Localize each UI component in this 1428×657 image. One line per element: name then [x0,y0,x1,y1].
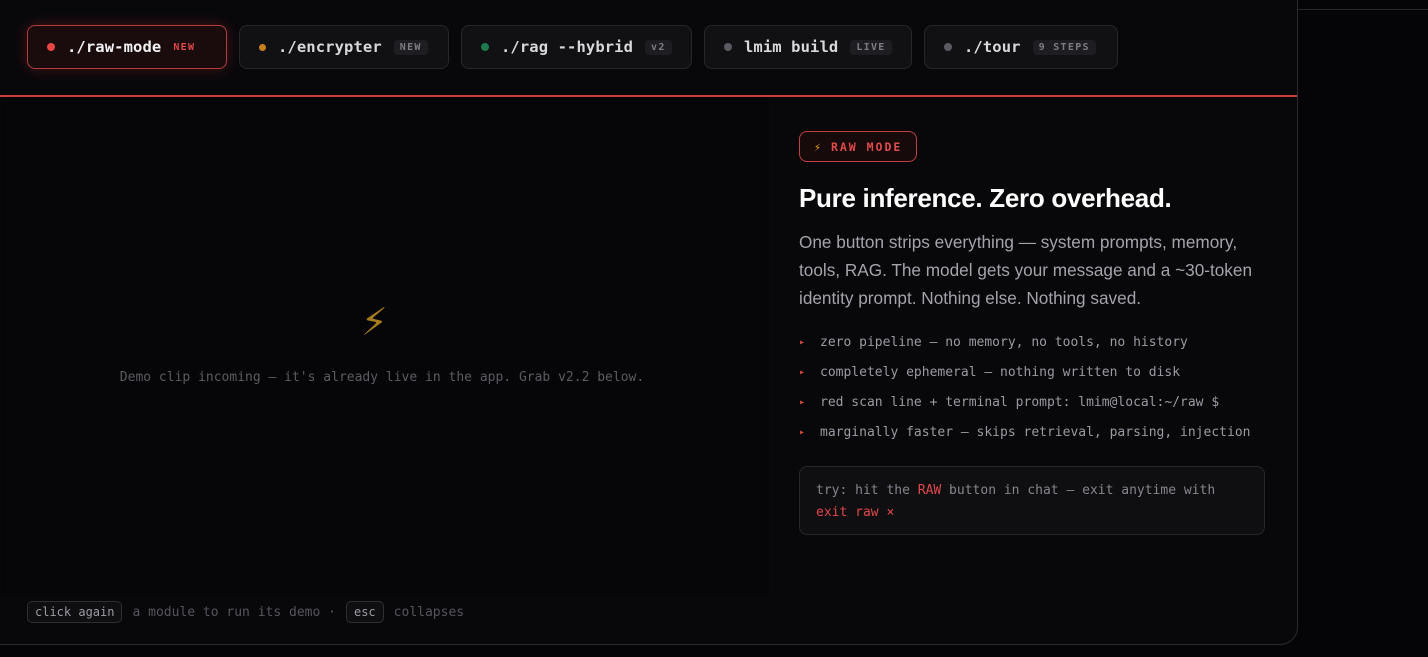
bullet-arrow-icon: ▸ [799,427,806,438]
lightning-icon: ⚡ [814,139,821,154]
badge-label: RAW MODE [830,139,903,154]
kbd-esc: esc [345,601,384,623]
lightning-icon: ⚡ [361,300,388,344]
hint-text: collapses [393,604,465,620]
list-item: ▸ red scan line + terminal prompt: lmim@l… [799,392,1269,413]
raw-mode-badge: ⚡ RAW MODE [799,131,918,162]
tab-label: ./rag --hybrid [501,38,634,56]
hint-text: a module to run its demo · [132,604,336,620]
try-hint-box: try: hit the RAW button in chat — exit a… [799,466,1265,535]
tab-badge: NEW [173,41,196,53]
demo-panel: ./raw-mode NEW ./encrypter NEW ./rag --h… [0,0,1298,645]
demo-caption: Demo clip incoming — it's already live i… [119,370,645,385]
bullet-arrow-icon: ▸ [799,337,806,348]
tab-label: ./tour [964,38,1021,56]
tab-rag-hybrid[interactable]: ./rag --hybrid v2 [461,25,692,69]
tab-label: lmim build [744,38,839,56]
status-dot [724,43,732,51]
keyboard-hint: click again a module to run its demo · e… [27,601,474,623]
status-dot [259,43,266,51]
tab-label: ./encrypter [278,38,382,56]
kbd-click-again: click again [27,601,123,623]
feature-bullets: ▸ zero pipeline — no memory, no tools, no… [799,332,1269,443]
status-dot [944,43,952,51]
tab-encrypter[interactable]: ./encrypter NEW [239,25,449,69]
tab-badge: 9 STEPS [1032,39,1096,55]
tab-badge: NEW [393,39,428,55]
bullet-arrow-icon: ▸ [799,367,806,378]
bullet-arrow-icon: ▸ [799,397,806,408]
list-item: ▸ zero pipeline — no memory, no tools, no… [799,332,1269,353]
tab-label: ./raw-mode [67,38,162,56]
tab-lmim-build[interactable]: lmim build LIVE [704,25,912,69]
list-item: ▸ completely ephemeral — nothing written … [799,362,1269,383]
feature-info: ⚡ RAW MODE Pure inference. Zero overhead… [799,131,1269,535]
exit-raw-label: exit raw × [816,505,895,520]
feature-description: One button strips everything — system pr… [799,232,1253,308]
status-dot [47,43,55,51]
raw-keyword: RAW [917,483,942,498]
tab-badge: LIVE [850,39,892,55]
status-dot [481,43,489,51]
tab-raw-mode[interactable]: ./raw-mode NEW [27,25,227,69]
list-item: ▸ marginally faster — skips retrieval, pa… [799,422,1269,443]
feature-headline: Pure inference. Zero overhead. [799,183,1172,213]
tab-tour[interactable]: ./tour 9 STEPS [924,25,1118,69]
demo-video-placeholder: ⚡ Demo clip incoming — it's already live… [1,97,769,597]
tab-badge: v2 [645,39,672,55]
